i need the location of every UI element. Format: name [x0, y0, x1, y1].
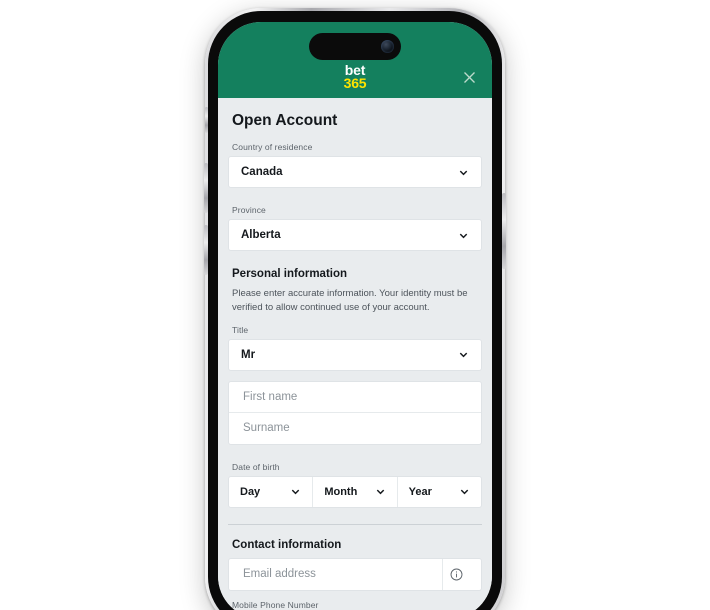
- dob-year-value: Year: [408, 485, 432, 498]
- date-of-birth-group: Day Month Year: [228, 475, 482, 508]
- dob-day-value: Day: [240, 485, 261, 498]
- title-select[interactable]: Mr: [228, 338, 482, 371]
- chevron-down-icon: [460, 489, 469, 495]
- surname-input[interactable]: [241, 421, 469, 436]
- country-label: Country of residence: [232, 142, 313, 152]
- chevron-down-icon: [459, 352, 468, 358]
- logo-365-text: 365: [343, 74, 367, 91]
- phone-device-frame: bet 365 Open Account Country of residenc…: [204, 8, 506, 610]
- dob-day-select[interactable]: Day: [229, 476, 314, 507]
- contact-information-heading: Contact information: [232, 538, 342, 551]
- section-divider: [228, 523, 482, 525]
- title-label: Title: [232, 324, 249, 335]
- volume-down-button[interactable]: [204, 225, 208, 275]
- email-input[interactable]: [241, 567, 434, 582]
- power-button[interactable]: [502, 193, 506, 269]
- phone-screen: bet 365 Open Account Country of residenc…: [218, 22, 492, 610]
- country-value: Canada: [241, 166, 283, 178]
- chevron-down-icon: [459, 233, 468, 238]
- chevron-down-icon: [376, 489, 384, 495]
- country-select[interactable]: Canada: [228, 156, 482, 188]
- first-name-row[interactable]: [229, 382, 481, 413]
- name-fields-group: [228, 380, 482, 445]
- dob-month-value: Month: [324, 485, 358, 498]
- phone-bezel: bet 365 Open Account Country of residenc…: [204, 11, 506, 610]
- title-value: Mr: [241, 348, 256, 361]
- date-of-birth-label: Date of birth: [232, 461, 280, 472]
- dob-year-select[interactable]: Year: [398, 477, 481, 507]
- screenshot-stage: bet 365 Open Account Country of residenc…: [0, 0, 710, 610]
- silence-switch-button[interactable]: [205, 107, 208, 133]
- registration-form: Open Account Country of residence Canada…: [218, 98, 492, 610]
- front-camera-icon: [381, 40, 394, 53]
- close-icon[interactable]: [458, 66, 480, 88]
- first-name-input[interactable]: [241, 389, 469, 404]
- page-title: Open Account: [232, 112, 338, 129]
- personal-information-heading: Personal information: [232, 268, 348, 280]
- volume-up-button[interactable]: [204, 163, 208, 213]
- info-icon[interactable]: [443, 568, 469, 581]
- email-row[interactable]: [229, 558, 481, 590]
- dob-month-select[interactable]: Month: [313, 476, 398, 507]
- bet365-logo: bet 365: [343, 63, 367, 91]
- province-value: Alberta: [241, 229, 281, 241]
- province-select[interactable]: Alberta: [228, 219, 482, 251]
- province-label: Province: [232, 205, 266, 215]
- mobile-phone-label: Mobile Phone Number: [232, 599, 319, 610]
- contact-fields-group: [228, 557, 482, 591]
- chevron-down-icon: [459, 170, 468, 175]
- chevron-down-icon: [292, 489, 300, 495]
- dynamic-island: [309, 33, 401, 60]
- personal-information-description: Please enter accurate information. Your …: [232, 288, 468, 313]
- surname-row[interactable]: [229, 413, 481, 444]
